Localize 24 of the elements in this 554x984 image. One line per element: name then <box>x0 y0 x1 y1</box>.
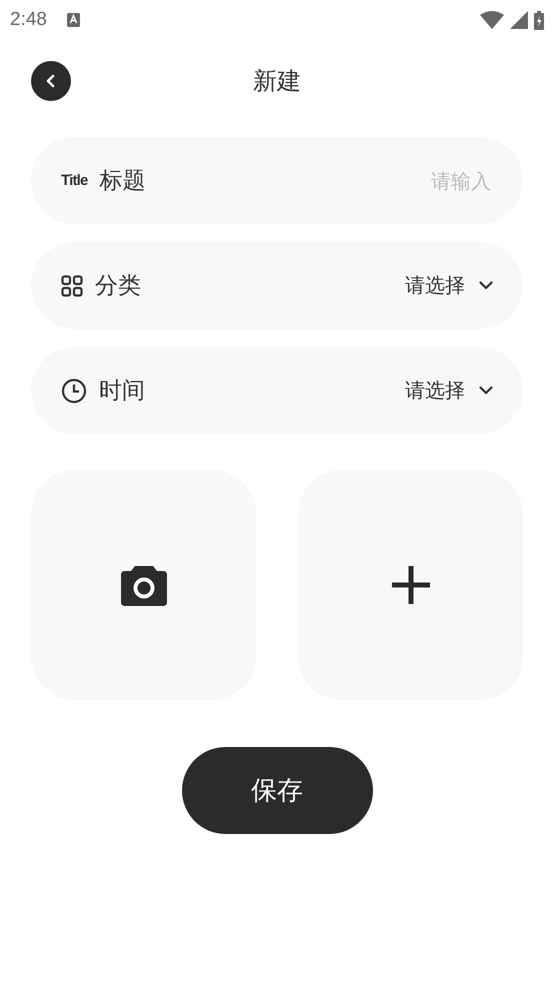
chevron-down-icon <box>479 386 493 395</box>
grid-icon <box>61 274 83 296</box>
field-label: 标题 <box>100 167 146 196</box>
title-icon: Title <box>61 172 88 189</box>
back-button[interactable] <box>31 61 71 101</box>
battery-icon <box>534 10 544 30</box>
field-label: 时间 <box>99 377 145 406</box>
wifi-icon <box>480 11 504 29</box>
title-input[interactable]: 请输入 <box>349 168 493 194</box>
plus-icon <box>390 565 430 605</box>
page-title: 新建 <box>253 66 301 97</box>
select-field[interactable]: 时间 请选择 <box>31 347 523 434</box>
chevron-down-icon <box>479 281 493 290</box>
save-button[interactable]: 保存 <box>182 747 372 834</box>
keyboard-notification-icon <box>66 13 80 27</box>
field-label: 分类 <box>95 272 141 301</box>
camera-button[interactable] <box>31 470 256 700</box>
select-value: 请选择 <box>405 272 465 299</box>
select-field[interactable]: 分类 请选择 <box>31 242 523 329</box>
status-time: 2:48 <box>10 9 47 31</box>
camera-icon <box>120 563 168 607</box>
signal-icon <box>510 11 528 29</box>
select-value: 请选择 <box>405 377 465 404</box>
clock-icon <box>61 378 87 404</box>
